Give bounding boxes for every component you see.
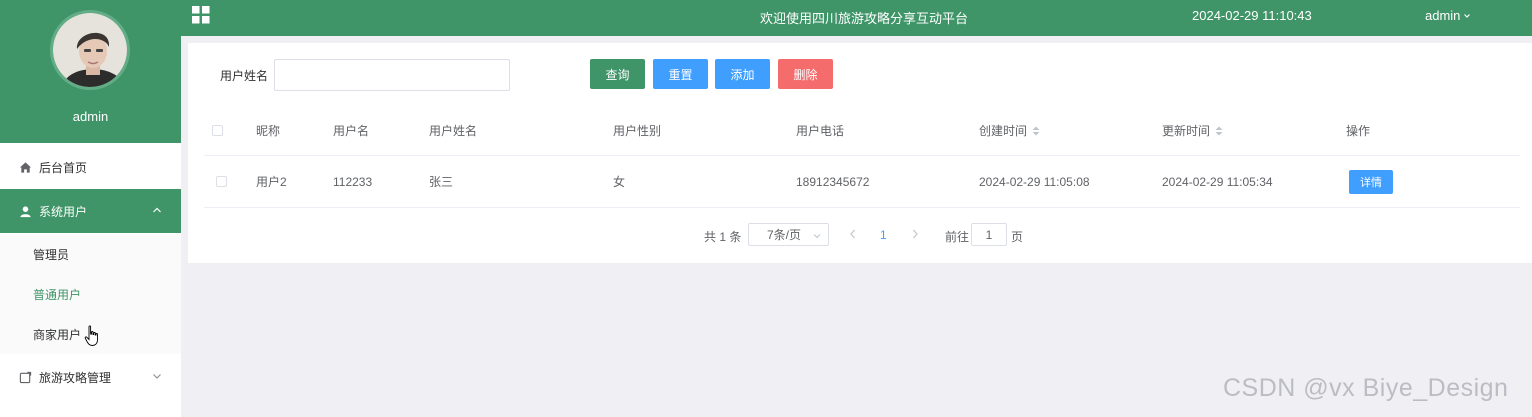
query-button[interactable]: 查询: [590, 59, 645, 89]
menu-item-system-users[interactable]: 系统用户: [0, 189, 181, 233]
delete-button[interactable]: 删除: [778, 59, 833, 89]
main-panel: 用户姓名 查询 重置 添加 删除 昵称 用户名 用户姓名 用户性别 用户电话 创…: [188, 43, 1532, 263]
submenu-item-admin[interactable]: 管理员: [0, 234, 181, 274]
next-page-icon[interactable]: [910, 228, 920, 240]
user-dropdown[interactable]: admin: [1425, 8, 1471, 23]
table-header: 昵称 用户名 用户姓名 用户性别 用户电话 创建时间 更新时间 操作: [204, 106, 1520, 156]
column-header-updated-label: 更新时间: [1162, 124, 1211, 138]
sidebar: admin 后台首页 系统用户 管理员 普通用户 商家用户 旅游攻略管理: [0, 0, 181, 417]
column-header-realname: 用户姓名: [429, 124, 478, 138]
menu-item-travel-guides[interactable]: 旅游攻略管理: [0, 355, 181, 399]
grid-menu-icon[interactable]: [192, 6, 210, 24]
cell-actions: 详情: [1349, 156, 1393, 207]
profile-username: admin: [72, 109, 109, 124]
chevron-down-icon: [153, 374, 161, 379]
cell-created: 2024-02-29 11:05:08: [979, 174, 1090, 189]
menu-item-system-users-label: 系统用户: [39, 204, 88, 219]
header-datetime: 2024-02-29 11:10:43: [1192, 8, 1312, 23]
column-header-created-label: 创建时间: [979, 124, 1028, 138]
platform-title: 欢迎使用四川旅游攻略分享互动平台: [760, 11, 969, 26]
select-all-cell: [212, 106, 223, 155]
column-header-actions: 操作: [1346, 124, 1371, 138]
submenu-item-normal-users-label: 普通用户: [33, 287, 82, 302]
submenu-item-normal-users[interactable]: 普通用户: [0, 274, 181, 314]
profile-panel: admin: [0, 0, 181, 143]
column-header-created[interactable]: 创建时间: [979, 106, 1040, 155]
row-checkbox[interactable]: [216, 176, 227, 187]
cell-gender: 女: [613, 175, 626, 189]
goto-label: 前往: [945, 230, 970, 244]
current-page[interactable]: 1: [880, 228, 887, 242]
cell-nickname: 用户2: [256, 175, 287, 189]
menu-item-travel-guides-label: 旅游攻略管理: [39, 370, 112, 385]
chevron-up-icon: [153, 207, 161, 213]
page-size-select[interactable]: 7条/页: [748, 223, 829, 246]
user-icon: [18, 204, 32, 218]
document-icon: [18, 370, 32, 384]
sort-icon[interactable]: [1032, 126, 1040, 136]
cell-updated: 2024-02-29 11:05:34: [1162, 174, 1273, 189]
page-size-value: 7条/页: [767, 228, 802, 242]
cell-phone: 18912345672: [796, 174, 870, 189]
chevron-down-icon: [1464, 13, 1471, 18]
chevron-down-icon: [813, 234, 821, 239]
table-row: 用户2 112233 张三 女 18912345672 2024-02-29 1…: [204, 156, 1520, 208]
menu-item-home[interactable]: 后台首页: [0, 145, 181, 189]
watermark: CSDN @vx Biye_Design: [1223, 374, 1509, 402]
column-header-phone: 用户电话: [796, 124, 845, 138]
goto-page-input[interactable]: [971, 223, 1007, 246]
prev-page-icon[interactable]: [848, 228, 858, 240]
add-button[interactable]: 添加: [715, 59, 770, 89]
detail-button[interactable]: 详情: [1349, 169, 1393, 194]
column-header-gender: 用户性别: [613, 124, 662, 138]
pagination-total: 共 1 条: [704, 230, 742, 244]
home-icon: [18, 160, 32, 174]
avatar: [50, 10, 130, 90]
column-header-nickname: 昵称: [256, 124, 281, 138]
search-input[interactable]: [274, 59, 510, 91]
sort-icon[interactable]: [1215, 126, 1223, 136]
submenu-item-admin-label: 管理员: [33, 247, 70, 262]
hand-cursor-icon: [84, 325, 98, 346]
cell-username: 112233: [333, 174, 373, 189]
reset-button[interactable]: 重置: [653, 59, 708, 89]
search-label: 用户姓名: [220, 69, 269, 83]
cell-realname: 张三: [429, 175, 454, 189]
top-header: 欢迎使用四川旅游攻略分享互动平台 2024-02-29 11:10:43 adm…: [181, 0, 1532, 36]
submenu-item-merchant-users-label: 商家用户: [33, 327, 82, 342]
header-username: admin: [1425, 8, 1461, 23]
row-select-cell: [216, 156, 227, 207]
pagination: 共 1 条 7条/页 1 前往 页: [188, 223, 1532, 247]
goto-suffix: 页: [1011, 230, 1024, 244]
column-header-username: 用户名: [333, 124, 370, 138]
column-header-updated[interactable]: 更新时间: [1162, 106, 1223, 155]
menu-item-home-label: 后台首页: [39, 160, 88, 175]
select-all-checkbox[interactable]: [212, 125, 223, 136]
